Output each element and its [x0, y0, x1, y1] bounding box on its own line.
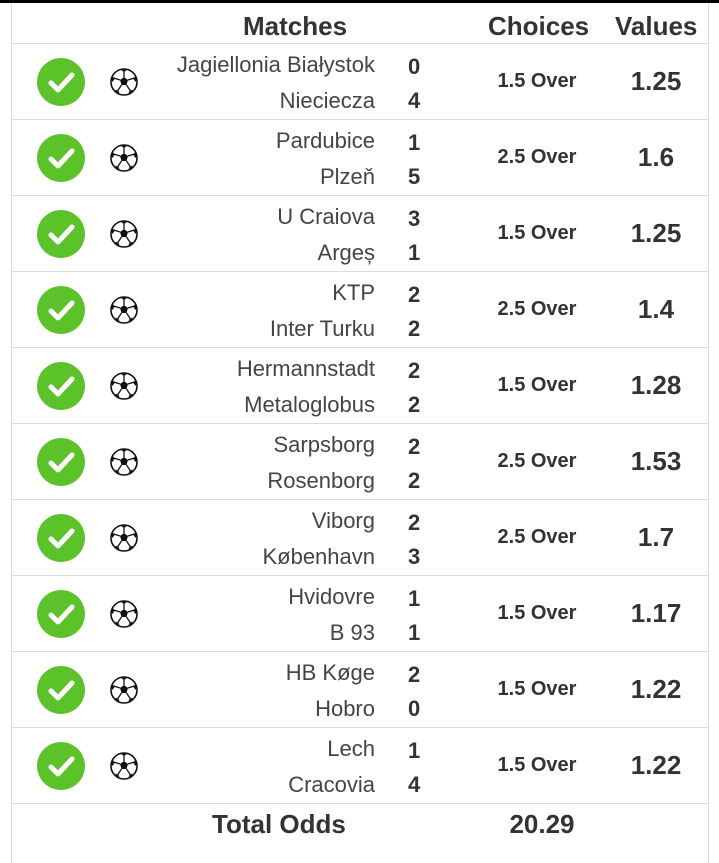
- away-score: 2: [408, 392, 421, 417]
- home-team: HB Køge: [285, 660, 375, 685]
- total-odds-value: 20.29: [509, 809, 575, 839]
- match-rows: Jagiellonia Białystok Nieciecza 0 4 1.5 …: [12, 43, 708, 844]
- soccer-ball-icon: [109, 219, 139, 249]
- soccer-ball-icon: [109, 599, 139, 629]
- away-score: 2: [408, 316, 421, 341]
- check-circle-icon: [37, 590, 85, 638]
- odds-value: 1.22: [630, 674, 682, 704]
- home-score: 1: [408, 738, 421, 763]
- check-circle-icon: [37, 210, 85, 258]
- soccer-ball-icon: [109, 523, 139, 553]
- match-row: Pardubice Plzeň 1 5 2.5 Over 1.6: [12, 119, 708, 195]
- bet-choice: 2.5 Over: [497, 450, 577, 472]
- match-row: Viborg København 2 3 2.5 Over 1.7: [12, 499, 708, 575]
- check-circle-icon: [37, 742, 85, 790]
- match-row: Sarpsborg Rosenborg 2 2 2.5 Over 1.53: [12, 423, 708, 499]
- match-row: HB Køge Hobro 2 0 1.5 Over 1.22: [12, 651, 708, 727]
- odds-value: 1.28: [630, 370, 682, 400]
- odds-value: 1.25: [630, 66, 682, 96]
- home-team: Hvidovre: [288, 584, 375, 609]
- bet-choice: 1.5 Over: [497, 374, 577, 396]
- away-score: 1: [408, 240, 421, 265]
- check-circle-icon: [37, 362, 85, 410]
- check-circle-icon: [37, 666, 85, 714]
- odds-value: 1.22: [630, 750, 682, 780]
- odds-value: 1.7: [637, 522, 675, 552]
- bet-choice: 2.5 Over: [497, 526, 577, 548]
- match-row: Hvidovre B 93 1 1 1.5 Over 1.17: [12, 575, 708, 651]
- home-score: 2: [408, 434, 421, 459]
- total-odds-row: Total Odds 20.29: [12, 803, 708, 844]
- away-team: Nieciecza: [279, 88, 375, 113]
- check-circle-icon: [37, 438, 85, 486]
- home-team: U Craiova: [277, 204, 375, 229]
- total-odds-label: Total Odds: [212, 809, 346, 839]
- home-score: 1: [408, 130, 421, 155]
- betslip-table: Matches Choices Values Jagiellonia Biały…: [11, 3, 709, 863]
- soccer-ball-icon: [109, 447, 139, 477]
- away-score: 4: [408, 88, 421, 113]
- away-team: B 93: [329, 620, 375, 645]
- bet-choice: 1.5 Over: [497, 678, 577, 700]
- away-score: 3: [408, 544, 421, 569]
- header-values: Values: [615, 11, 698, 41]
- away-score: 5: [408, 164, 421, 189]
- odds-value: 1.25: [630, 218, 682, 248]
- match-row: KTP Inter Turku 2 2 2.5 Over 1.4: [12, 271, 708, 347]
- home-team: KTP: [332, 280, 375, 305]
- away-team: Metaloglobus: [244, 392, 375, 417]
- home-team: Viborg: [311, 508, 375, 533]
- away-score: 4: [408, 772, 421, 797]
- soccer-ball-icon: [109, 751, 139, 781]
- check-circle-icon: [37, 514, 85, 562]
- match-row: Lech Cracovia 1 4 1.5 Over 1.22: [12, 727, 708, 803]
- match-row: Hermannstadt Metaloglobus 2 2 1.5 Over 1…: [12, 347, 708, 423]
- away-team: Rosenborg: [267, 468, 375, 493]
- away-score: 0: [408, 696, 421, 721]
- header-matches: Matches: [243, 11, 348, 41]
- soccer-ball-icon: [109, 295, 139, 325]
- home-score: 2: [408, 662, 421, 687]
- bet-choice: 1.5 Over: [497, 602, 577, 624]
- odds-value: 1.53: [630, 446, 682, 476]
- soccer-ball-icon: [109, 143, 139, 173]
- check-circle-icon: [37, 286, 85, 334]
- header-choices: Choices: [488, 11, 590, 41]
- bet-choice: 2.5 Over: [497, 298, 577, 320]
- home-score: 3: [408, 206, 421, 231]
- home-score: 2: [408, 282, 421, 307]
- away-team: Cracovia: [288, 772, 375, 797]
- bet-choice: 1.5 Over: [497, 70, 577, 92]
- bet-choice: 2.5 Over: [497, 146, 577, 168]
- bet-choice: 1.5 Over: [497, 222, 577, 244]
- away-score: 1: [408, 620, 421, 645]
- check-circle-icon: [37, 58, 85, 106]
- home-score: 1: [408, 586, 421, 611]
- odds-value: 1.17: [630, 598, 682, 628]
- home-score: 0: [408, 54, 421, 79]
- home-team: Sarpsborg: [273, 432, 375, 457]
- away-team: Hobro: [315, 696, 375, 721]
- home-team: Lech: [327, 736, 375, 761]
- away-team: Plzeň: [319, 164, 375, 189]
- soccer-ball-icon: [109, 67, 139, 97]
- odds-value: 1.4: [637, 294, 675, 324]
- soccer-ball-icon: [109, 371, 139, 401]
- home-score: 2: [408, 510, 421, 535]
- home-team: Jagiellonia Białystok: [176, 52, 375, 77]
- away-team: Argeș: [317, 240, 375, 265]
- match-row: U Craiova Argeș 3 1 1.5 Over 1.25: [12, 195, 708, 271]
- bet-choice: 1.5 Over: [497, 754, 577, 776]
- away-team: Inter Turku: [269, 316, 375, 341]
- soccer-ball-icon: [109, 675, 139, 705]
- home-team: Pardubice: [275, 128, 375, 153]
- check-circle-icon: [37, 134, 85, 182]
- away-team: København: [262, 544, 375, 569]
- away-score: 2: [408, 468, 421, 493]
- odds-value: 1.6: [637, 142, 675, 172]
- home-score: 2: [408, 358, 421, 383]
- match-row: Jagiellonia Białystok Nieciecza 0 4 1.5 …: [12, 43, 708, 119]
- home-team: Hermannstadt: [236, 356, 375, 381]
